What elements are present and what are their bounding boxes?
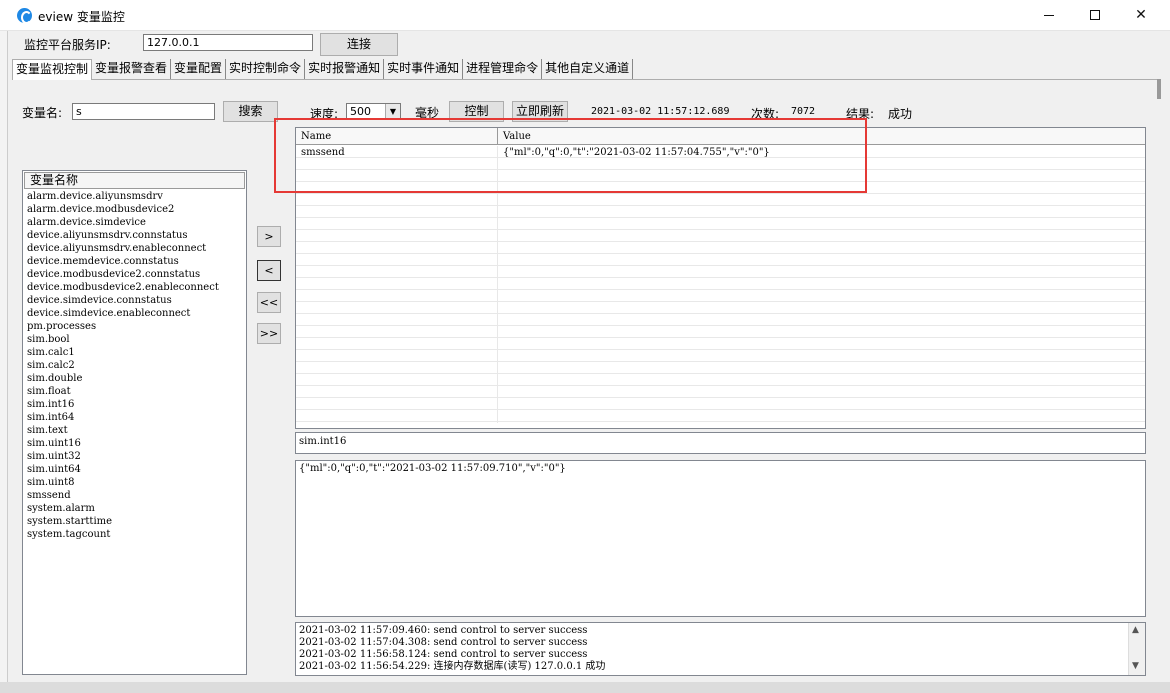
- table-row[interactable]: [296, 350, 1145, 363]
- minimize-icon: [1044, 14, 1054, 16]
- table-row[interactable]: [296, 266, 1145, 279]
- variable-list-item[interactable]: device.modbusdevice2.enableconnect: [23, 281, 246, 294]
- highlight-annotation-box: [274, 118, 867, 193]
- table-row[interactable]: [296, 218, 1145, 231]
- background-window-edge: [0, 31, 8, 693]
- log-output[interactable]: 2021-03-02 11:57:09.460: send control to…: [295, 622, 1146, 676]
- variable-list-items: alarm.device.aliyunsmsdrv alarm.device.mo…: [23, 190, 246, 541]
- tab-2[interactable]: 变量配置: [171, 59, 227, 79]
- selected-variable-field[interactable]: sim.int16: [295, 432, 1146, 454]
- log-line: 2021-03-02 11:57:04.308: send control to…: [299, 637, 588, 648]
- maximize-icon: [1090, 10, 1100, 20]
- variable-list-item[interactable]: alarm.device.aliyunsmsdrv: [23, 190, 246, 203]
- log-line: 2021-03-02 11:57:09.460: send control to…: [299, 625, 588, 636]
- table-row[interactable]: [296, 338, 1145, 351]
- scroll-up-icon[interactable]: ▲: [1132, 625, 1139, 635]
- table-row[interactable]: [296, 254, 1145, 267]
- table-row[interactable]: [296, 362, 1145, 375]
- variable-list-item[interactable]: system.tagcount: [23, 528, 246, 541]
- variable-list-item[interactable]: device.modbusdevice2.connstatus: [23, 268, 246, 281]
- variable-list-item[interactable]: sim.uint32: [23, 450, 246, 463]
- minimize-button[interactable]: [1026, 0, 1072, 31]
- app-logo-icon: [17, 8, 32, 24]
- table-row[interactable]: [296, 314, 1145, 327]
- table-row[interactable]: [296, 230, 1145, 243]
- variable-name-label: 变量名:: [22, 106, 63, 120]
- search-button[interactable]: 搜索: [223, 101, 278, 122]
- variable-list-item[interactable]: sim.bool: [23, 333, 246, 346]
- variable-list-item[interactable]: system.alarm: [23, 502, 246, 515]
- last-update-timestamp: 2021-03-02 11:57:12.689: [591, 106, 730, 117]
- variable-list-item[interactable]: sim.text: [23, 424, 246, 437]
- variable-list-item[interactable]: alarm.device.modbusdevice2: [23, 203, 246, 216]
- taskbar-edge: [0, 682, 1170, 693]
- variable-list-item[interactable]: pm.processes: [23, 320, 246, 333]
- variable-search-input[interactable]: s: [72, 103, 215, 120]
- table-row[interactable]: [296, 302, 1145, 315]
- table-row[interactable]: [296, 206, 1145, 219]
- table-row[interactable]: [296, 374, 1145, 387]
- tab-0[interactable]: 变量监视控制: [12, 59, 93, 80]
- variable-list-item[interactable]: alarm.device.simdevice: [23, 216, 246, 229]
- table-row[interactable]: [296, 194, 1145, 207]
- cell-name: [296, 410, 498, 423]
- tab-7[interactable]: 其他自定义通道: [542, 59, 634, 79]
- tab-4[interactable]: 实时报警通知: [305, 59, 385, 79]
- table-row[interactable]: [296, 326, 1145, 339]
- variable-list[interactable]: 变量名称 alarm.device.aliyunsmsdrv alarm.devi…: [22, 170, 247, 675]
- variable-list-item[interactable]: sim.uint16: [23, 437, 246, 450]
- variable-list-item[interactable]: sim.float: [23, 385, 246, 398]
- tab-5[interactable]: 实时事件通知: [384, 59, 464, 79]
- variable-list-header[interactable]: 变量名称: [24, 172, 245, 189]
- window-title: eview 变量监控: [38, 10, 125, 24]
- variable-list-item[interactable]: system.starttime: [23, 515, 246, 528]
- count-value: 7072: [791, 106, 816, 117]
- variable-list-item[interactable]: sim.uint8: [23, 476, 246, 489]
- result-value: 成功: [888, 107, 913, 121]
- log-line: 2021-03-02 11:56:58.124: send control to…: [299, 649, 588, 660]
- table-row[interactable]: [296, 386, 1145, 399]
- table-row[interactable]: [296, 410, 1145, 423]
- add-all-button[interactable]: >>: [257, 323, 281, 344]
- cell-value: [498, 410, 1145, 423]
- connect-button[interactable]: 连接: [320, 33, 398, 56]
- tab-1[interactable]: 变量报警查看: [92, 59, 172, 79]
- selected-value-textarea[interactable]: {"ml":0,"q":0,"t":"2021-03-02 11:57:09.7…: [295, 460, 1146, 617]
- table-row[interactable]: [296, 278, 1145, 291]
- scroll-down-icon[interactable]: ▼: [1132, 661, 1139, 671]
- speed-select-value: 500: [350, 105, 371, 118]
- variable-list-item[interactable]: sim.uint64: [23, 463, 246, 476]
- variable-list-item[interactable]: smssend: [23, 489, 246, 502]
- server-ip-input[interactable]: 127.0.0.1: [143, 34, 313, 51]
- log-scrollbar[interactable]: ▲ ▼: [1128, 623, 1145, 675]
- close-icon: ✕: [1135, 7, 1147, 23]
- close-button[interactable]: ✕: [1118, 0, 1164, 31]
- variable-list-item[interactable]: sim.double: [23, 372, 246, 385]
- table-row[interactable]: [296, 242, 1145, 255]
- window-scrollbar-thumb[interactable]: [1157, 79, 1161, 99]
- table-row[interactable]: [296, 398, 1145, 411]
- title-bar: eview 变量监控 ✕: [0, 0, 1170, 31]
- tab-3[interactable]: 实时控制命令: [226, 59, 306, 79]
- chevron-down-icon[interactable]: ▼: [385, 104, 400, 119]
- variable-list-item[interactable]: sim.calc1: [23, 346, 246, 359]
- variable-list-item[interactable]: sim.calc2: [23, 359, 246, 372]
- remove-all-button[interactable]: <<: [257, 292, 281, 313]
- tab-6[interactable]: 进程管理命令: [463, 59, 543, 79]
- variable-list-item[interactable]: sim.int64: [23, 411, 246, 424]
- variable-list-item[interactable]: device.aliyunsmsdrv.enableconnect: [23, 242, 246, 255]
- variable-list-item[interactable]: sim.int16: [23, 398, 246, 411]
- tab-bar: 变量监视控制 变量报警查看 变量配置 实时控制命令 实时报警通知 实时事件通知 进程管理命令…: [12, 59, 634, 80]
- add-selected-button[interactable]: >: [257, 226, 281, 247]
- variable-list-item[interactable]: device.simdevice.enableconnect: [23, 307, 246, 320]
- variable-list-item[interactable]: device.memdevice.connstatus: [23, 255, 246, 268]
- log-line: 2021-03-02 11:56:54.229: 连接内存数据库(读写) 127…: [299, 661, 606, 672]
- variable-list-item[interactable]: device.aliyunsmsdrv.connstatus: [23, 229, 246, 242]
- log-lines: 2021-03-02 11:57:09.460: send control to…: [299, 625, 1142, 673]
- remove-selected-button[interactable]: <: [257, 260, 281, 281]
- variable-list-item[interactable]: device.simdevice.connstatus: [23, 294, 246, 307]
- table-row[interactable]: [296, 290, 1145, 303]
- server-ip-label: 监控平台服务IP:: [24, 38, 111, 52]
- maximize-button[interactable]: [1072, 0, 1118, 31]
